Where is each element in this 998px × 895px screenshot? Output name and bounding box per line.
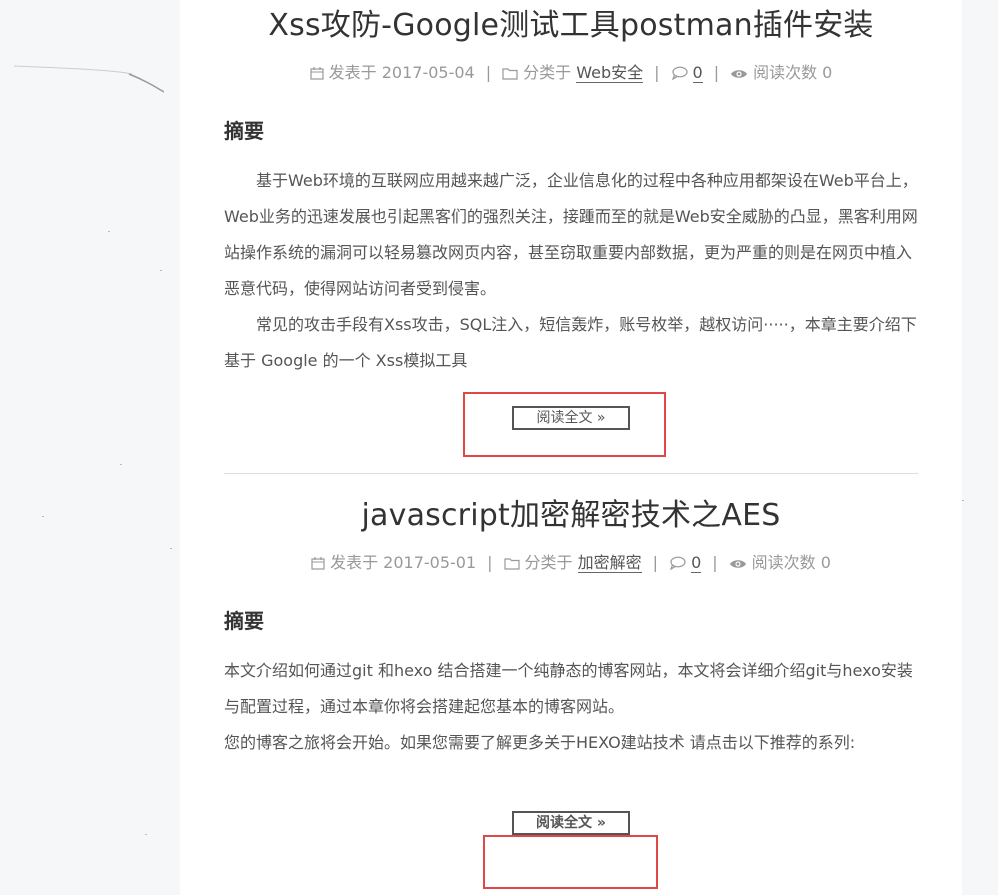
background-dot — [120, 464, 122, 465]
folder-icon — [502, 68, 518, 80]
post-divider — [224, 473, 918, 474]
eye-icon — [731, 70, 748, 78]
background-dot — [160, 270, 162, 271]
highlight-box — [463, 392, 666, 457]
read-more-area: 阅读全文 » — [224, 761, 918, 835]
view-count: 阅读次数 0 — [751, 553, 831, 572]
background-dot — [962, 500, 964, 501]
meta-divider: | — [652, 553, 659, 572]
post-item: Xss攻防-Google测试工具postman插件安装 发表于 2017-05-… — [224, 3, 918, 444]
comment-icon — [669, 556, 686, 571]
background-decoration — [14, 65, 164, 93]
folder-icon — [503, 558, 520, 570]
post-excerpt: 基于Web环境的互联网应用越来越广泛，企业信息化的过程中各种应用都架设在Web平… — [224, 163, 918, 379]
meta-divider: | — [485, 63, 492, 82]
category-link[interactable]: 加密解密 — [577, 553, 642, 573]
summary-heading: 摘要 — [224, 119, 264, 143]
view-count: 阅读次数 0 — [753, 63, 833, 82]
excerpt-paragraph: 您的博客之旅将会开始。如果您需要了解更多关于HEXO建站技术 请点击以下推荐的系… — [224, 733, 856, 752]
category-label: 分类于 — [523, 63, 572, 82]
post-title[interactable]: javascript加密解密技术之AES — [224, 493, 918, 539]
eye-icon — [729, 560, 746, 568]
post-date: 发表于 2017-05-01 — [330, 553, 477, 572]
category-link[interactable]: Web安全 — [576, 63, 644, 83]
background-dot — [108, 231, 110, 232]
comment-count-link[interactable]: 0 — [691, 553, 702, 573]
summary-heading: 摘要 — [224, 609, 264, 633]
post-meta: 发表于 2017-05-04 | 分类于 Web安全 | 0 | 阅读次数 0 — [224, 61, 918, 85]
excerpt-paragraph: 基于Web环境的互联网应用越来越广泛，企业信息化的过程中各种应用都架设在Web平… — [224, 171, 918, 298]
highlight-box — [483, 835, 658, 889]
post-date: 发表于 2017-05-04 — [328, 63, 475, 82]
post-title[interactable]: Xss攻防-Google测试工具postman插件安装 — [224, 3, 918, 49]
category-label: 分类于 — [524, 553, 573, 572]
post-excerpt: 本文介绍如何通过git 和hexo 结合搭建一个纯静态的博客网站，本文将会详细介… — [224, 653, 918, 761]
calendar-icon — [311, 557, 325, 570]
post-meta: 发表于 2017-05-01 | 分类于 加密解密 | 0 | 阅读次数 0 — [224, 551, 918, 575]
excerpt-paragraph: 常见的攻击手段有Xss攻击，SQL注入，短信轰炸，账号枚举，越权访问·····，… — [224, 315, 917, 370]
read-more-button[interactable]: 阅读全文 » — [512, 811, 630, 835]
background-dot — [170, 548, 172, 549]
meta-divider: | — [713, 63, 720, 82]
background-dot — [145, 834, 147, 835]
meta-divider: | — [654, 63, 660, 82]
meta-divider: | — [712, 553, 718, 572]
meta-divider: | — [487, 553, 493, 572]
comment-count-link[interactable]: 0 — [692, 63, 703, 83]
excerpt-paragraph: 本文介绍如何通过git 和hexo 结合搭建一个纯静态的博客网站，本文将会详细介… — [224, 661, 913, 716]
post-item: javascript加密解密技术之AES 发表于 2017-05-01 | 分类于… — [224, 493, 918, 835]
background-dot — [42, 516, 44, 517]
comment-icon — [671, 66, 688, 81]
calendar-icon — [310, 67, 324, 80]
